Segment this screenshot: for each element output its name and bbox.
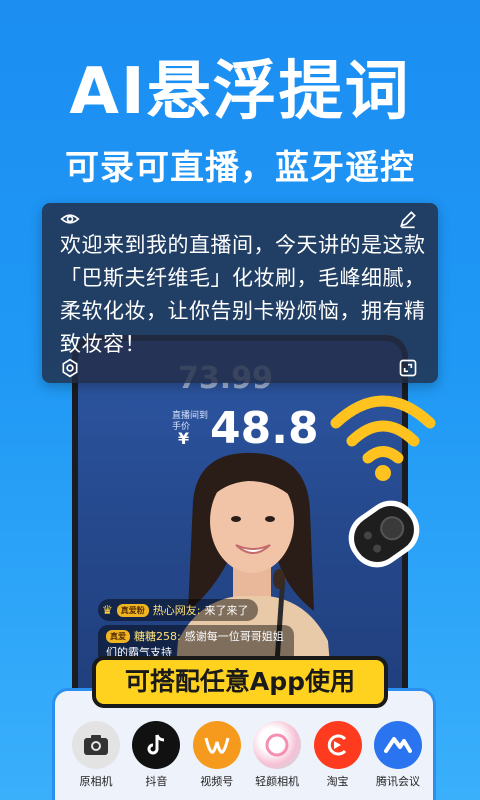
wifi-icon <box>330 395 436 481</box>
app-label: 视频号 <box>200 775 234 788</box>
app-list: 原相机 抖音 视频号 轻颜相机 淘宝 腾讯会议 <box>67 721 427 789</box>
app-label: 腾讯会议 <box>375 775 420 788</box>
app-item-qingyan[interactable]: 轻颜相机 <box>248 721 306 789</box>
eye-icon[interactable] <box>60 209 80 229</box>
app-label: 抖音 <box>145 775 168 788</box>
resize-icon[interactable] <box>398 358 418 378</box>
app-label: 淘宝 <box>326 775 349 788</box>
tiktok-icon <box>132 721 181 769</box>
channels-icon <box>192 721 241 769</box>
taobao-icon <box>313 721 362 769</box>
fan-badge: 真爱 <box>106 629 130 643</box>
floating-prompter[interactable]: 欢迎来到我的直播间，今天讲的是这款「巴斯夫纤维毛」化妆刷，毛峰细腻，柔软化妆，让… <box>42 203 438 383</box>
subline: 可录可直播，蓝牙遥控 <box>65 148 415 188</box>
camera-icon <box>72 721 120 769</box>
bluetooth-remote-icon <box>348 500 420 568</box>
app-label: 原相机 <box>79 775 113 788</box>
app-label: 轻颜相机 <box>255 775 300 788</box>
app-item-tencent-meeting[interactable]: 腾讯会议 <box>369 721 427 789</box>
edit-icon[interactable] <box>398 209 418 229</box>
comment-text: 来了来了 <box>204 604 249 617</box>
app-item-channels[interactable]: 视频号 <box>188 721 246 789</box>
app-item-camera[interactable]: 原相机 <box>67 721 125 789</box>
app-item-taobao[interactable]: 淘宝 <box>309 721 367 789</box>
app-item-douyin[interactable]: 抖音 <box>127 721 185 789</box>
comment-text: 感谢每一位哥哥姐姐 <box>184 630 284 643</box>
prompter-text: 欢迎来到我的直播间，今天讲的是这款「巴斯夫纤维毛」化妆刷，毛峰细腻，柔软化妆，让… <box>60 233 426 356</box>
crown-icon: ♛ <box>102 603 113 617</box>
compatibility-banner: 可搭配任意App使用 <box>92 656 388 708</box>
settings-icon[interactable] <box>60 358 80 378</box>
comment-user: 热心网友: <box>152 604 201 617</box>
tencent-meeting-icon <box>373 721 422 769</box>
qingyan-icon <box>253 721 302 769</box>
headline: AI悬浮提词 <box>69 55 411 129</box>
fan-badge: 真爱粉 <box>116 603 149 617</box>
comment-user: 糖糖258: <box>134 630 181 643</box>
live-comment: ♛ 真爱粉 热心网友: 来了来了 <box>98 599 259 621</box>
